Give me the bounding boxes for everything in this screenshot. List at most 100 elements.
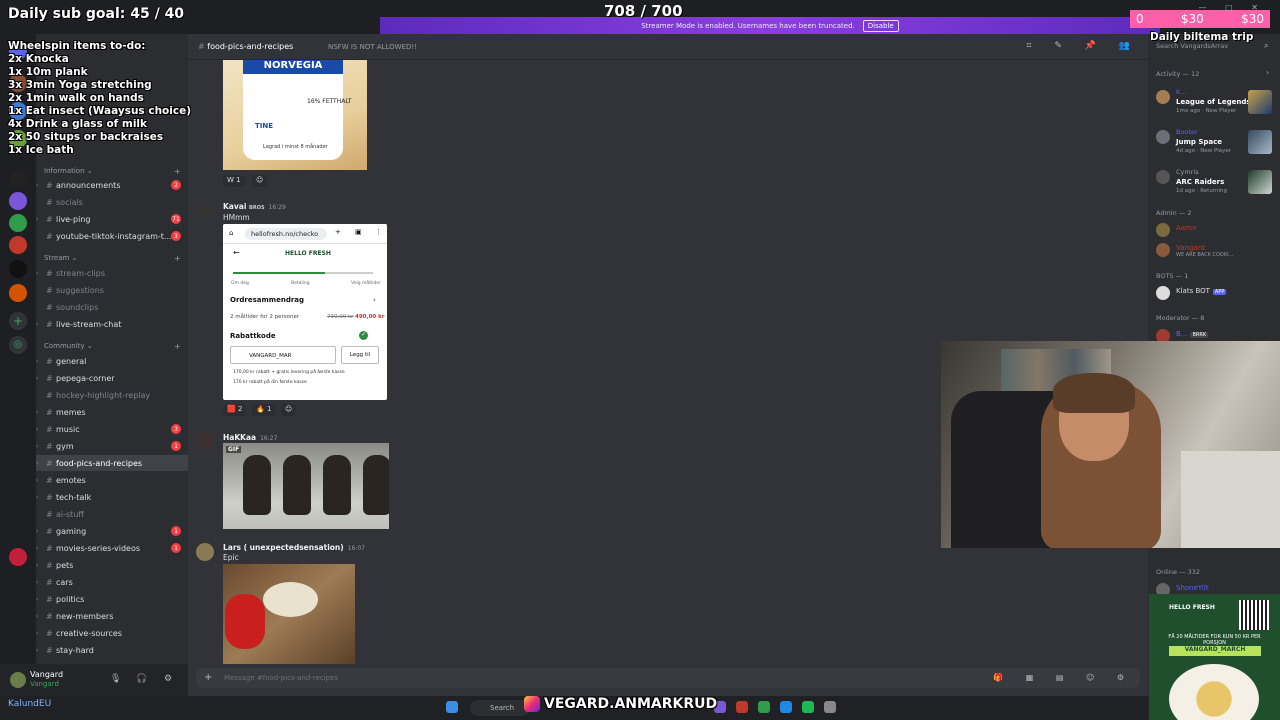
- activity-card[interactable]: K... League of Legends 1mo ago · New Pla…: [1148, 86, 1280, 122]
- chevron-right-icon[interactable]: ›: [36, 426, 38, 433]
- chevron-right-icon[interactable]: ›: [36, 375, 38, 382]
- channel-item[interactable]: # youtube-tiktok-instagram-t... 3: [36, 228, 188, 244]
- chevron-right-icon[interactable]: ›: [36, 216, 38, 223]
- explore-icon[interactable]: ◎: [9, 336, 27, 354]
- headphones-icon[interactable]: 🎧: [136, 674, 147, 684]
- channel-item[interactable]: › # memes: [36, 404, 188, 420]
- channel-item[interactable]: › # pepega-corner: [36, 370, 188, 386]
- channel-item[interactable]: › # movies-series-videos 1: [36, 540, 188, 556]
- plus-icon[interactable]: +: [174, 254, 181, 263]
- search-input[interactable]: Search VangardsArrav: [1156, 42, 1228, 50]
- activity-card[interactable]: Booter Jump Space 4d ago · New Player: [1148, 126, 1280, 162]
- chevron-right-icon[interactable]: ›: [36, 321, 38, 328]
- channel-item[interactable]: › # new-members: [36, 608, 188, 624]
- channel-item[interactable]: › # live-stream-chat: [36, 316, 188, 332]
- channel-item[interactable]: › # stay-hard: [36, 642, 188, 658]
- add-reaction-icon[interactable]: ☺: [281, 404, 297, 416]
- server-icon[interactable]: [9, 236, 27, 254]
- channel-item[interactable]: › # general: [36, 353, 188, 369]
- app-icon[interactable]: [736, 701, 748, 713]
- window-controls[interactable]: — ▢ ✕: [1199, 3, 1266, 12]
- add-server-icon[interactable]: +: [9, 312, 27, 330]
- chevron-right-icon[interactable]: ›: [1266, 68, 1269, 77]
- food-image[interactable]: [223, 564, 355, 664]
- channel-item[interactable]: › # gym 1: [36, 438, 188, 454]
- settings-icon[interactable]: [824, 701, 836, 713]
- channel-item[interactable]: # hockey-highlight-replay: [36, 387, 188, 403]
- channel-item[interactable]: › # pets: [36, 557, 188, 573]
- add-reaction-icon[interactable]: ☺: [252, 175, 268, 187]
- chevron-right-icon[interactable]: ›: [36, 613, 38, 620]
- channel-item[interactable]: › # music 3: [36, 421, 188, 437]
- channel-item[interactable]: # socials: [36, 194, 188, 210]
- search-icon[interactable]: ⌕: [1264, 41, 1268, 51]
- chevron-right-icon[interactable]: ›: [36, 443, 38, 450]
- chevron-right-icon[interactable]: ›: [36, 545, 38, 552]
- channel-item[interactable]: › # politics: [36, 591, 188, 607]
- channel-item[interactable]: › # creative-sources: [36, 625, 188, 641]
- mic-icon[interactable]: 🎙: [110, 674, 121, 684]
- reaction[interactable]: 🔥 1: [252, 404, 276, 416]
- chevron-right-icon[interactable]: ›: [36, 528, 38, 535]
- avatar[interactable]: [196, 432, 214, 450]
- channel-item[interactable]: › # tech-talk: [36, 489, 188, 505]
- channel-item[interactable]: › # live-ping 71: [36, 211, 188, 227]
- windows-start-icon[interactable]: [446, 701, 458, 713]
- channel-item[interactable]: # suggestions: [36, 282, 188, 298]
- activity-card[interactable]: Cymris ARC Raiders 1d ago · Returning: [1148, 166, 1280, 202]
- channel-item[interactable]: # ai-stuff: [36, 506, 188, 522]
- chevron-right-icon[interactable]: ›: [36, 647, 38, 654]
- chevron-right-icon[interactable]: ›: [36, 358, 38, 365]
- reaction[interactable]: 🟥 2: [223, 404, 247, 416]
- app-icon[interactable]: [780, 701, 792, 713]
- member-item[interactable]: Aaron: [1148, 220, 1280, 240]
- chevron-right-icon[interactable]: ›: [36, 270, 38, 277]
- message-author[interactable]: HaKKaa 16:27: [223, 433, 277, 442]
- chevron-right-icon[interactable]: ›: [36, 460, 38, 467]
- plus-icon[interactable]: +: [174, 167, 181, 176]
- taskbar-search[interactable]: Search: [470, 700, 530, 716]
- chevron-right-icon[interactable]: ›: [36, 182, 38, 189]
- channel-item[interactable]: # soundclips: [36, 299, 188, 315]
- channel-item[interactable]: › # stream-clips: [36, 265, 188, 281]
- message-author[interactable]: Lars ( unexpectedsensation) 16:07: [223, 543, 365, 552]
- member-item[interactable]: Klats BOT APP: [1148, 283, 1280, 303]
- chevron-right-icon[interactable]: ›: [36, 409, 38, 416]
- message-author[interactable]: Kavai BROS 16:29: [223, 202, 286, 211]
- category-stream[interactable]: Stream ⌄ +: [44, 254, 181, 263]
- disable-streamer-mode-button[interactable]: Disable: [862, 19, 899, 32]
- channel-item[interactable]: › # cars: [36, 574, 188, 590]
- server-icon[interactable]: [9, 170, 27, 188]
- chevron-right-icon[interactable]: ›: [36, 596, 38, 603]
- channel-item[interactable]: › # emotes: [36, 472, 188, 488]
- plus-icon[interactable]: +: [174, 342, 181, 351]
- server-icon[interactable]: [9, 214, 27, 232]
- composer-icons[interactable]: 🎁 ▦ ▤ ☺ ⚙: [993, 673, 1134, 682]
- chevron-right-icon[interactable]: ›: [36, 494, 38, 501]
- server-icon[interactable]: [9, 260, 27, 278]
- server-icon[interactable]: [9, 192, 27, 210]
- avatar[interactable]: [196, 203, 214, 221]
- avatar[interactable]: [10, 672, 26, 688]
- gif-image[interactable]: GIF: [223, 443, 389, 529]
- header-icons[interactable]: ⌗ ✎ 📌 👥: [1026, 41, 1140, 51]
- server-icon[interactable]: [9, 284, 27, 302]
- avatar[interactable]: [196, 543, 214, 561]
- chevron-right-icon[interactable]: ›: [36, 477, 38, 484]
- chevron-right-icon[interactable]: ›: [36, 579, 38, 586]
- chevron-right-icon[interactable]: ›: [36, 630, 38, 637]
- category-information[interactable]: Information ⌄ +: [44, 167, 181, 176]
- category-community[interactable]: Community ⌄ +: [44, 342, 181, 351]
- attach-plus-icon[interactable]: +: [204, 672, 212, 683]
- channel-item[interactable]: › # gaming 1: [36, 523, 188, 539]
- hellofresh-screenshot[interactable]: ⌂ hellofresh.no/checko + ▣ ⋮ ← HELLO FRE…: [223, 224, 387, 400]
- channel-item[interactable]: › # food-pics-and-recipes: [36, 455, 188, 471]
- chevron-right-icon[interactable]: ›: [36, 562, 38, 569]
- chrome-icon[interactable]: [758, 701, 770, 713]
- reaction[interactable]: W 1: [223, 175, 245, 187]
- gear-icon[interactable]: ⚙: [164, 674, 172, 684]
- channel-item[interactable]: › # announcements 2: [36, 177, 188, 193]
- member-item[interactable]: Vangard WE ARE BACK COOKI...: [1148, 240, 1280, 260]
- spotify-icon[interactable]: [802, 701, 814, 713]
- cheese-image[interactable]: NORVEGIA 16% FETTHALT TINE Lagrad i mins…: [223, 60, 367, 170]
